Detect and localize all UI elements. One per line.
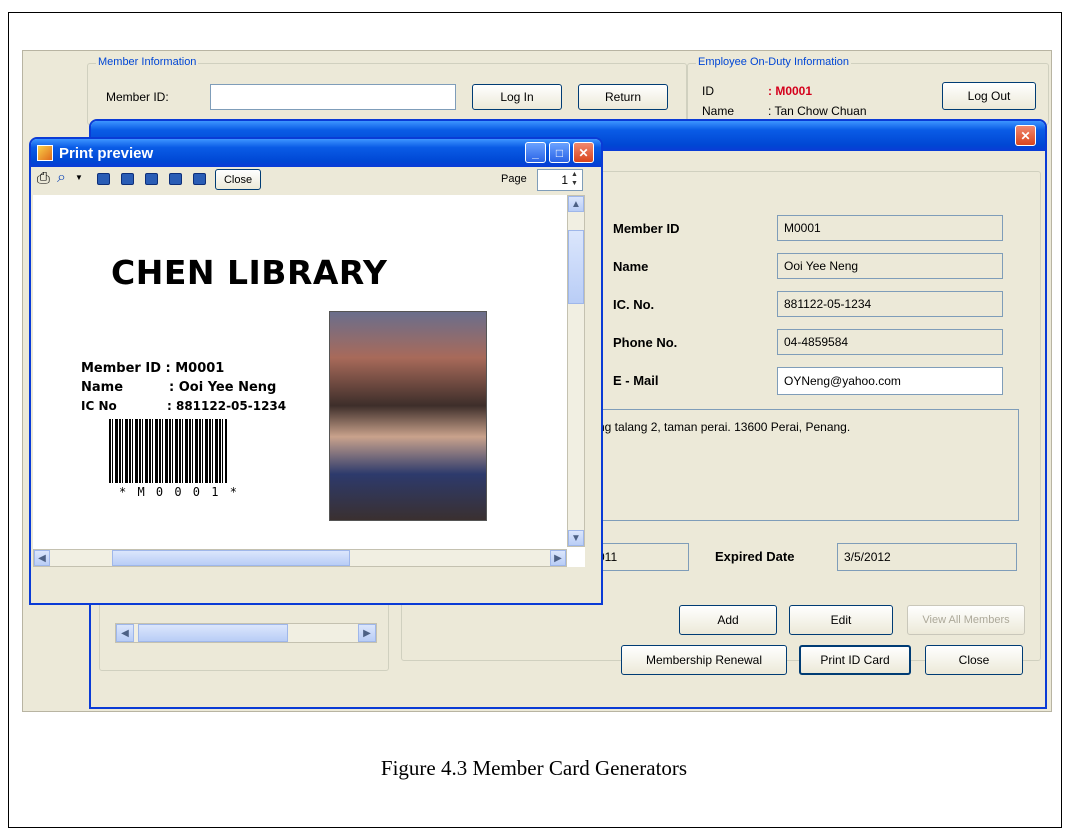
print-preview-titlebar: Print preview _ □ ✕ xyxy=(31,139,601,167)
print-id-card-button[interactable]: Print ID Card xyxy=(799,645,911,675)
app-screenshot: Member Information Member ID: Log In Ret… xyxy=(22,50,1052,712)
vscroll-thumb[interactable] xyxy=(568,230,584,304)
card-ic-label: IC No xyxy=(81,399,117,413)
four-pages-icon[interactable] xyxy=(169,173,182,185)
six-pages-icon[interactable] xyxy=(193,173,206,185)
member-id-input[interactable] xyxy=(210,84,456,110)
print-preview-app-icon xyxy=(37,145,53,161)
one-page-icon[interactable] xyxy=(97,173,110,185)
employee-info-group: Employee On-Duty Information ID : M0001 … xyxy=(687,56,1049,125)
employee-info-group-title: Employee On-Duty Information xyxy=(696,56,852,68)
address-textarea[interactable]: ng talang 2, taman perai. 13600 Perai, P… xyxy=(591,409,1019,521)
minimize-icon[interactable]: _ xyxy=(525,142,546,163)
zoom-icon[interactable]: ⌕ xyxy=(57,169,66,187)
page-label: Page xyxy=(501,173,527,185)
join-date-field[interactable]: 011 xyxy=(591,543,689,571)
preview-hscrollbar[interactable]: ◀ ▶ xyxy=(33,549,567,567)
close-button[interactable]: Close xyxy=(925,645,1023,675)
barcode-image xyxy=(109,419,227,483)
scroll-thumb[interactable] xyxy=(138,624,288,642)
member-form-close-icon[interactable]: ✕ xyxy=(1015,125,1036,146)
card-ic-value: : 881122-05-1234 xyxy=(167,399,287,413)
scroll-down-icon[interactable]: ▼ xyxy=(568,530,584,546)
scroll-left-icon[interactable]: ◀ xyxy=(34,550,50,566)
card-name-value: : Ooi Yee Neng xyxy=(169,380,277,395)
scroll-right-icon[interactable]: ▶ xyxy=(550,550,566,566)
card-library-name: CHEN LIBRARY xyxy=(111,253,388,292)
employee-name-value: : Tan Chow Chuan xyxy=(768,104,867,118)
employee-id-value: : M0001 xyxy=(768,84,813,98)
two-pages-icon[interactable] xyxy=(121,173,134,185)
preview-close-button[interactable]: Close xyxy=(215,169,261,190)
member-photo xyxy=(329,311,487,521)
member-id-label: Member ID: xyxy=(106,90,169,104)
chevron-down-icon[interactable]: ▼ xyxy=(75,173,83,182)
email-field[interactable]: OYNeng@yahoo.com xyxy=(777,367,1003,395)
employee-id-label: ID xyxy=(702,84,714,98)
ic-field-label: IC. No. xyxy=(613,297,655,312)
member-info-group: Member Information Member ID: Log In Ret… xyxy=(87,56,687,125)
close-icon[interactable]: ✕ xyxy=(573,142,594,163)
card-member-id-line: Member ID : M0001 xyxy=(81,361,225,376)
view-all-members-button[interactable]: View All Members xyxy=(907,605,1025,635)
expired-date-field[interactable]: 3/5/2012 xyxy=(837,543,1017,571)
figure-caption: Figure 4.3 Member Card Generators xyxy=(380,756,688,780)
name-field[interactable]: Ooi Yee Neng xyxy=(777,253,1003,279)
member-id-field[interactable]: M0001 xyxy=(777,215,1003,241)
print-preview-toolbar: ⎙ ⌕ ▼ Close Page 1 ▲ ▼ xyxy=(31,167,601,193)
page-value: 1 xyxy=(561,173,568,187)
scroll-left-icon[interactable]: ◀ xyxy=(116,624,134,642)
printer-icon[interactable]: ⎙ xyxy=(37,170,50,188)
phone-field-label: Phone No. xyxy=(613,335,678,350)
ic-field[interactable]: 881122-05-1234 xyxy=(777,291,1003,317)
preview-vscrollbar[interactable]: ▲ ▼ xyxy=(567,195,585,547)
add-button[interactable]: Add xyxy=(679,605,777,635)
member-info-group-title: Member Information xyxy=(96,56,199,68)
logout-button[interactable]: Log Out xyxy=(942,82,1036,110)
preview-page-area: CHEN LIBRARY Member ID : M0001 Name : Oo… xyxy=(33,195,585,567)
phone-field[interactable]: 04-4859584 xyxy=(777,329,1003,355)
three-pages-icon[interactable] xyxy=(145,173,158,185)
expired-date-label: Expired Date xyxy=(715,549,795,564)
spinner-arrows-icon[interactable]: ▲ ▼ xyxy=(571,170,578,188)
employee-name-label: Name xyxy=(702,104,735,118)
print-preview-window: Print preview _ □ ✕ ⎙ ⌕ ▼ Close Page 1 ▲… xyxy=(29,137,603,605)
name-field-label: Name xyxy=(613,259,649,274)
edit-button[interactable]: Edit xyxy=(789,605,893,635)
login-button[interactable]: Log In xyxy=(472,84,562,110)
card-name-label: Name xyxy=(81,380,124,395)
member-list-hscrollbar[interactable]: ◀ ▶ xyxy=(115,623,377,643)
membership-renewal-button[interactable]: Membership Renewal xyxy=(621,645,787,675)
return-button[interactable]: Return xyxy=(578,84,668,110)
scroll-right-icon[interactable]: ▶ xyxy=(358,624,376,642)
member-id-field-label: Member ID xyxy=(613,221,680,236)
maximize-icon[interactable]: □ xyxy=(549,142,570,163)
address-text: ng talang 2, taman perai. 13600 Perai, P… xyxy=(598,420,851,434)
hscroll-thumb[interactable] xyxy=(112,550,350,566)
scroll-up-icon[interactable]: ▲ xyxy=(568,196,584,212)
print-preview-title: Print preview xyxy=(59,144,154,162)
email-field-label: E - Mail xyxy=(613,373,659,388)
barcode-text: * M 0 0 0 1 * xyxy=(119,485,239,499)
